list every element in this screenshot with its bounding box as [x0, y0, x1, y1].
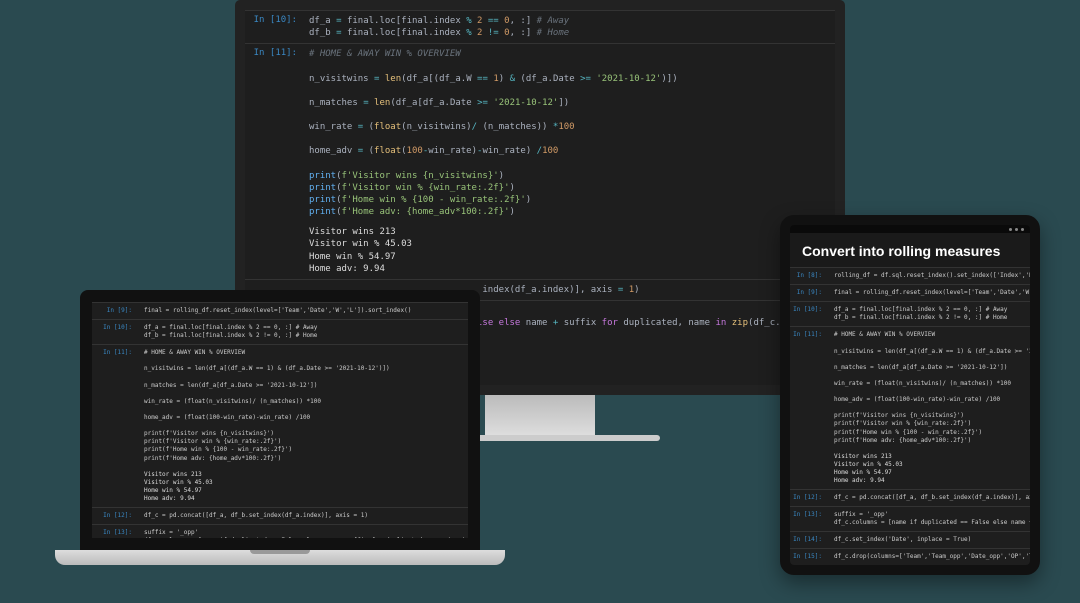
code-cell-10[interactable]: In [10]: df_a = final.loc[final.index % …	[92, 319, 468, 344]
prompt-label: In [13]:	[790, 507, 828, 531]
code-cell-9[interactable]: In [9]: final = rolling_df.reset_index(l…	[92, 302, 468, 319]
prompt-label: In [12]:	[790, 490, 828, 506]
prompt-label: In [16]:	[790, 567, 828, 575]
prompt-label: In [9]:	[790, 285, 828, 301]
code-cell-11[interactable]: In [11]: # HOME & AWAY WIN % OVERVIEW n_…	[92, 344, 468, 466]
code-cell-10[interactable]: In [10]: df_a = final.loc[final.index % …	[245, 10, 835, 43]
code-cell-8[interactable]: In [8]: rolling_df = df.sql.reset_index(…	[790, 267, 1030, 284]
code-block[interactable]: suffix = '_opp' df_c.columns = [name if …	[138, 525, 468, 549]
laptop-screen: In [9]: final = rolling_df.reset_index(l…	[80, 290, 480, 550]
code-block[interactable]: # HOME & AWAY WIN % OVERVIEW n_visitwins…	[138, 345, 468, 466]
code-block[interactable]: final = rolling_df.reset_index(level=['T…	[828, 285, 1030, 301]
code-cell-9[interactable]: In [9]: final = rolling_df.reset_index(l…	[790, 284, 1030, 301]
code-block[interactable]: final = rolling_df.reset_index(level=['T…	[138, 303, 468, 319]
code-block[interactable]: # HOME & AWAY WIN % OVERVIEW n_visitwins…	[303, 44, 835, 222]
status-dot-icon	[1021, 228, 1024, 231]
code-block[interactable]: # HOME & AWAY WIN % OVERVIEW n_visitwins…	[828, 327, 1030, 448]
prompt-label: In [11]:	[245, 44, 303, 222]
prompt-label: In [12]:	[92, 508, 138, 524]
tablet-device: Convert into rolling measures In [8]: ro…	[780, 215, 1040, 575]
prompt-label: In [10]:	[790, 302, 828, 326]
code-cell-13[interactable]: In [13]: suffix = '_opp' df_c.columns = …	[92, 524, 468, 549]
laptop-notch	[250, 550, 310, 554]
page-title: Convert into rolling measures	[790, 233, 1030, 267]
output-line: Home adv: 9.94	[309, 264, 385, 274]
code-block[interactable]: df_c = pd.concat([df_a, df_b.set_index(d…	[828, 490, 1030, 506]
code-cell-14[interactable]: In [14]: df_c.set_index('Date', inplace …	[790, 531, 1030, 548]
code-block[interactable]: check_null = df.isnull().sum() check_nul…	[828, 567, 1030, 575]
code-cell-10[interactable]: In [10]: df_a = final.loc[final.index % …	[790, 301, 1030, 326]
code-cell-15[interactable]: In [15]: df_c.drop(columns=['Team','Team…	[790, 548, 1030, 565]
laptop-device: In [9]: final = rolling_df.reset_index(l…	[55, 290, 505, 565]
code-cell-11[interactable]: In [11]: # HOME & AWAY WIN % OVERVIEW n_…	[245, 43, 835, 222]
status-dot-icon	[1015, 228, 1018, 231]
code-block[interactable]: df_c.set_index('Date', inplace = True)	[828, 532, 1030, 548]
prompt-label: In [13]:	[92, 525, 138, 549]
laptop-base	[55, 550, 505, 565]
code-cell-12[interactable]: In [12]: df_c = pd.concat([df_a, df_b.se…	[790, 489, 1030, 506]
code-cell-12[interactable]: In [12]: df_c = pd.concat([df_a, df_b.se…	[92, 507, 468, 524]
output-block-11: Visitor wins 213 Visitor win % 45.03 Hom…	[245, 222, 835, 279]
code-block[interactable]: df_a = final.loc[final.index % 2 == 0, :…	[303, 11, 835, 43]
code-block[interactable]: df_a = final.loc[final.index % 2 == 0, :…	[138, 320, 468, 344]
code-block[interactable]: rolling_df = df.sql.reset_index().set_in…	[828, 268, 1030, 284]
code-block[interactable]: df_a = final.loc[final.index % 2 == 0, :…	[828, 302, 1030, 326]
prompt-label: In [11]:	[790, 327, 828, 448]
code-block[interactable]: df_c = pd.concat([df_a, df_b.set_index(d…	[138, 508, 468, 524]
output-line: Visitor wins 213	[309, 227, 396, 237]
prompt-label: In [10]:	[245, 11, 303, 43]
code-cell-13[interactable]: In [13]: suffix = '_opp' df_c.columns = …	[790, 506, 1030, 531]
tablet-status-bar	[790, 225, 1030, 233]
code-cell-11[interactable]: In [11]: # HOME & AWAY WIN % OVERVIEW n_…	[790, 326, 1030, 448]
output-line: Home win % 54.97	[309, 252, 396, 262]
prompt-label: In [9]:	[92, 303, 138, 319]
prompt-label: In [15]:	[790, 549, 828, 565]
prompt-label: In [14]:	[790, 532, 828, 548]
status-dot-icon	[1009, 228, 1012, 231]
output-line: Visitor win % 45.03	[309, 239, 412, 249]
code-block[interactable]: suffix = '_opp' df_c.columns = [name if …	[828, 507, 1030, 531]
output-block-11: Visitor wins 213 Visitor win % 45.03 Hom…	[92, 467, 468, 507]
code-cell-16[interactable]: In [16]: check_null = df.isnull().sum() …	[790, 566, 1030, 575]
prompt-label: In [8]:	[790, 268, 828, 284]
prompt-label: In [10]:	[92, 320, 138, 344]
output-block-11: Visitor wins 213 Visitor win % 45.03 Hom…	[790, 449, 1030, 489]
prompt-label: In [11]:	[92, 345, 138, 466]
code-block[interactable]: df_c.drop(columns=['Team','Team_opp','Da…	[828, 549, 1030, 565]
